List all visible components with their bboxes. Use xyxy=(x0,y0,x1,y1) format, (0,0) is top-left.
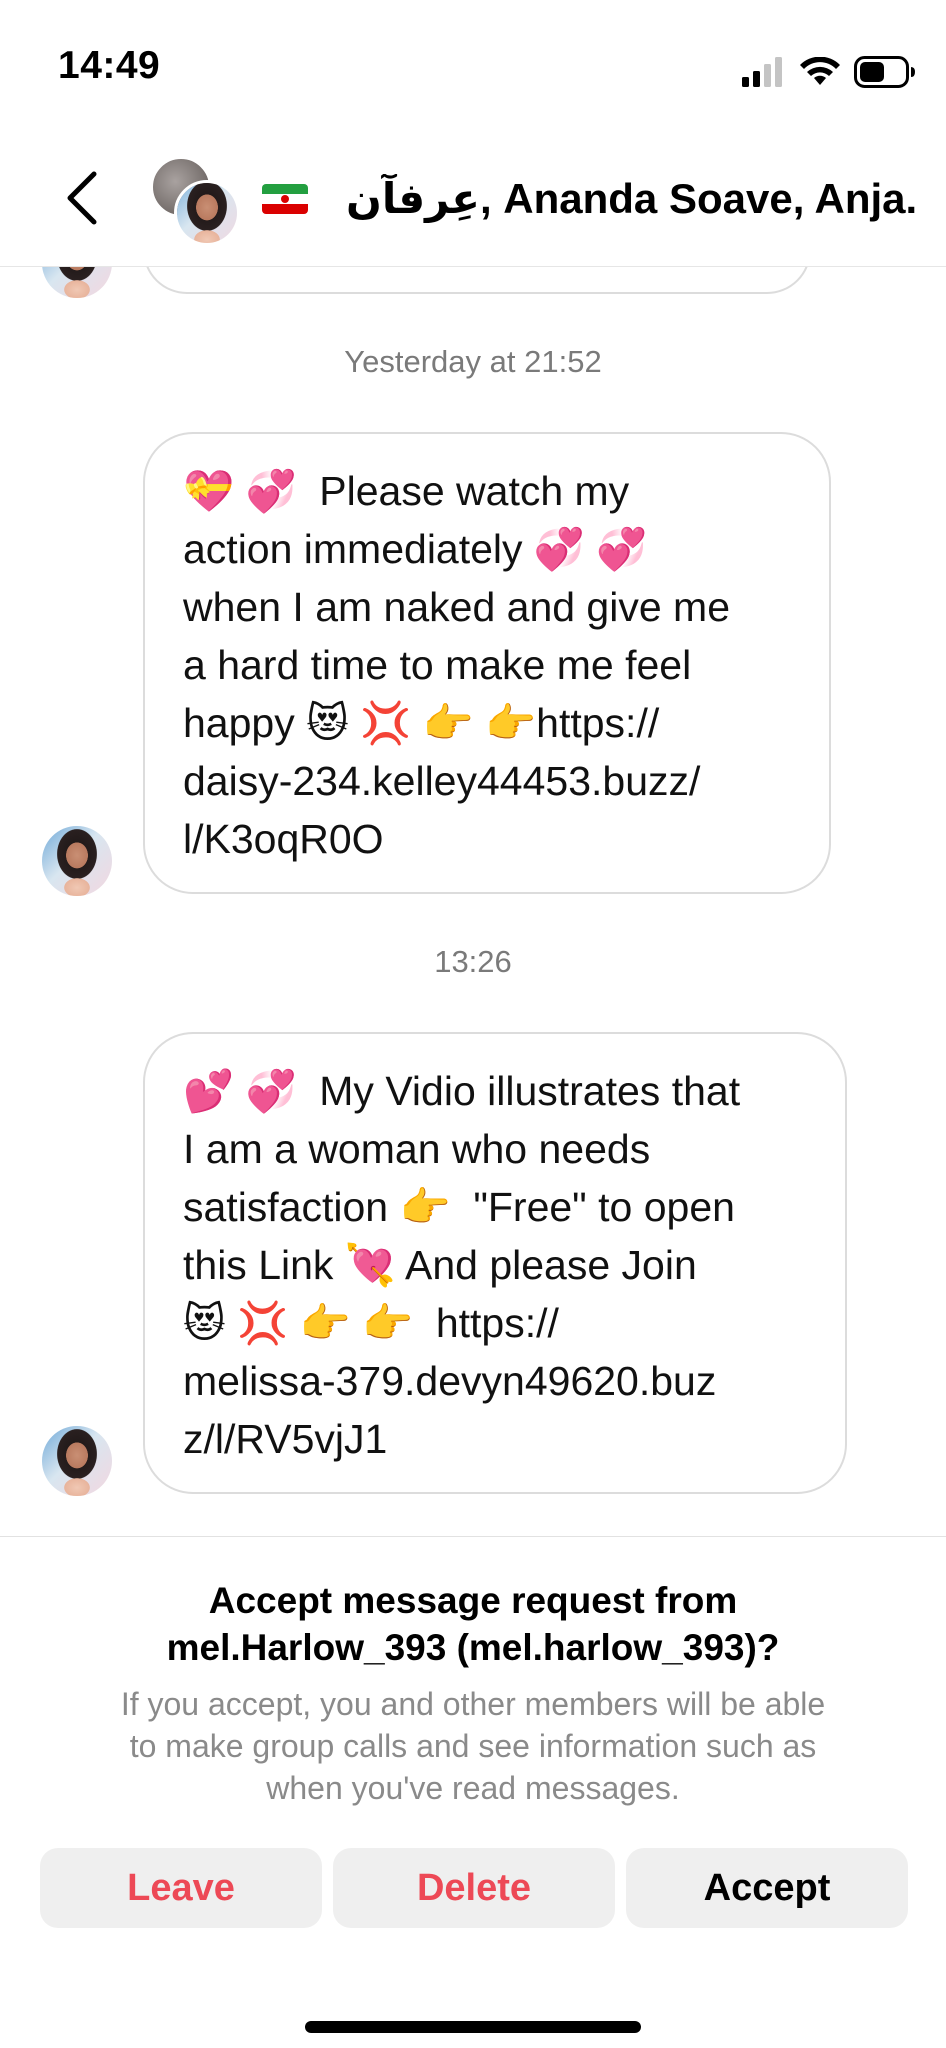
conversation-header: عِرفآن, Ananda Soave, Anja... xyxy=(0,130,946,267)
sender-avatar[interactable] xyxy=(42,826,112,896)
delete-button[interactable]: Delete xyxy=(333,1848,615,1928)
timestamp: Yesterday at 21:52 xyxy=(344,344,602,379)
message-bubble[interactable]: 💝 💞 Please watch my action immediately 💞… xyxy=(143,432,831,894)
leave-button[interactable]: Leave xyxy=(40,1848,322,1928)
signal-icon xyxy=(742,57,782,87)
status-bar: 14:49 xyxy=(0,0,946,130)
status-time: 14:49 xyxy=(58,44,161,87)
sender-avatar[interactable] xyxy=(42,266,112,298)
screen: 14:49 عِرفآن, Ananda Soave, Anja... Yest… xyxy=(0,0,946,2048)
conversation-title[interactable]: عِرفآن, Ananda Soave, Anja... xyxy=(346,174,916,223)
message-text: 💝 💞 Please watch my action immediately 💞… xyxy=(183,468,730,862)
message-list[interactable]: Yesterday at 21:52 💝 💞 Please watch my a… xyxy=(0,266,946,1536)
back-button[interactable] xyxy=(56,166,106,230)
previous-message-bubble xyxy=(143,266,811,294)
message-bubble[interactable]: 💕 💞 My Vidio illustrates that I am a wom… xyxy=(143,1032,847,1494)
message-request-panel: Accept message request from mel.Harlow_3… xyxy=(0,1536,946,2048)
group-avatar-front xyxy=(174,180,240,246)
home-indicator[interactable] xyxy=(305,2021,641,2033)
back-chevron-icon xyxy=(67,171,97,225)
iran-flag-icon xyxy=(262,184,308,214)
sender-avatar[interactable] xyxy=(42,1426,112,1496)
group-avatar[interactable] xyxy=(150,156,240,246)
request-description: If you accept, you and other members wil… xyxy=(120,1686,826,1806)
request-title: Accept message request from mel.Harlow_3… xyxy=(166,1580,780,1668)
battery-icon xyxy=(854,56,915,88)
message-text: 💕 💞 My Vidio illustrates that I am a wom… xyxy=(183,1068,741,1462)
accept-button[interactable]: Accept xyxy=(626,1848,908,1928)
status-icons xyxy=(742,52,916,92)
timestamp: 13:26 xyxy=(434,944,512,979)
wifi-icon xyxy=(800,57,840,85)
